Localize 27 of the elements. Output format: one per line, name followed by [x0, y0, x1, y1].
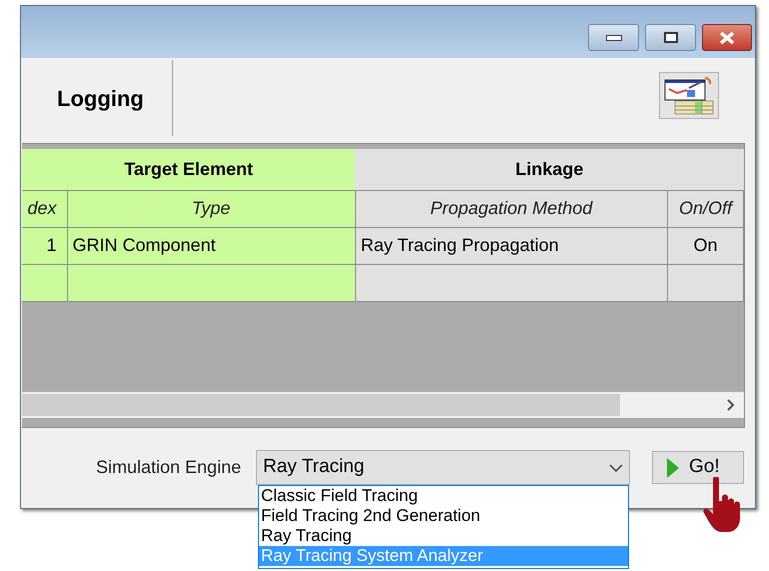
- table-cell: 1: [22, 227, 68, 264]
- table-cell: On: [667, 227, 744, 264]
- play-icon: [667, 458, 679, 478]
- panel-title: Logging: [57, 84, 144, 113]
- layout-view-button[interactable]: [659, 72, 719, 119]
- close-icon: [719, 30, 735, 44]
- diagram-table-icon: [663, 76, 715, 116]
- maximize-icon: [664, 32, 678, 43]
- scroll-right-icon[interactable]: [727, 399, 735, 411]
- chevron-down-icon: [609, 464, 623, 472]
- simulation-engine-dropdown[interactable]: Ray Tracing: [256, 450, 630, 485]
- minimize-button[interactable]: [588, 24, 639, 51]
- horizontal-scrollbar[interactable]: [22, 392, 744, 418]
- close-button[interactable]: [702, 24, 752, 51]
- scrollbar-thumb[interactable]: [22, 394, 620, 416]
- table-cell: Ray Tracing Propagation: [355, 227, 668, 264]
- column-header[interactable]: Type: [67, 190, 356, 227]
- column-header[interactable]: Propagation Method: [355, 190, 668, 227]
- go-button[interactable]: Go!: [652, 451, 744, 484]
- simulation-engine-label: Simulation Engine: [96, 456, 242, 479]
- maximize-button[interactable]: [645, 24, 696, 51]
- minimize-icon: [606, 34, 622, 40]
- group-header: Linkage: [355, 149, 744, 190]
- column-header[interactable]: dex: [22, 190, 68, 227]
- table-cell: GRIN Component: [67, 227, 356, 264]
- column-header[interactable]: On/Off: [667, 190, 744, 227]
- group-header: Target Element: [22, 149, 356, 190]
